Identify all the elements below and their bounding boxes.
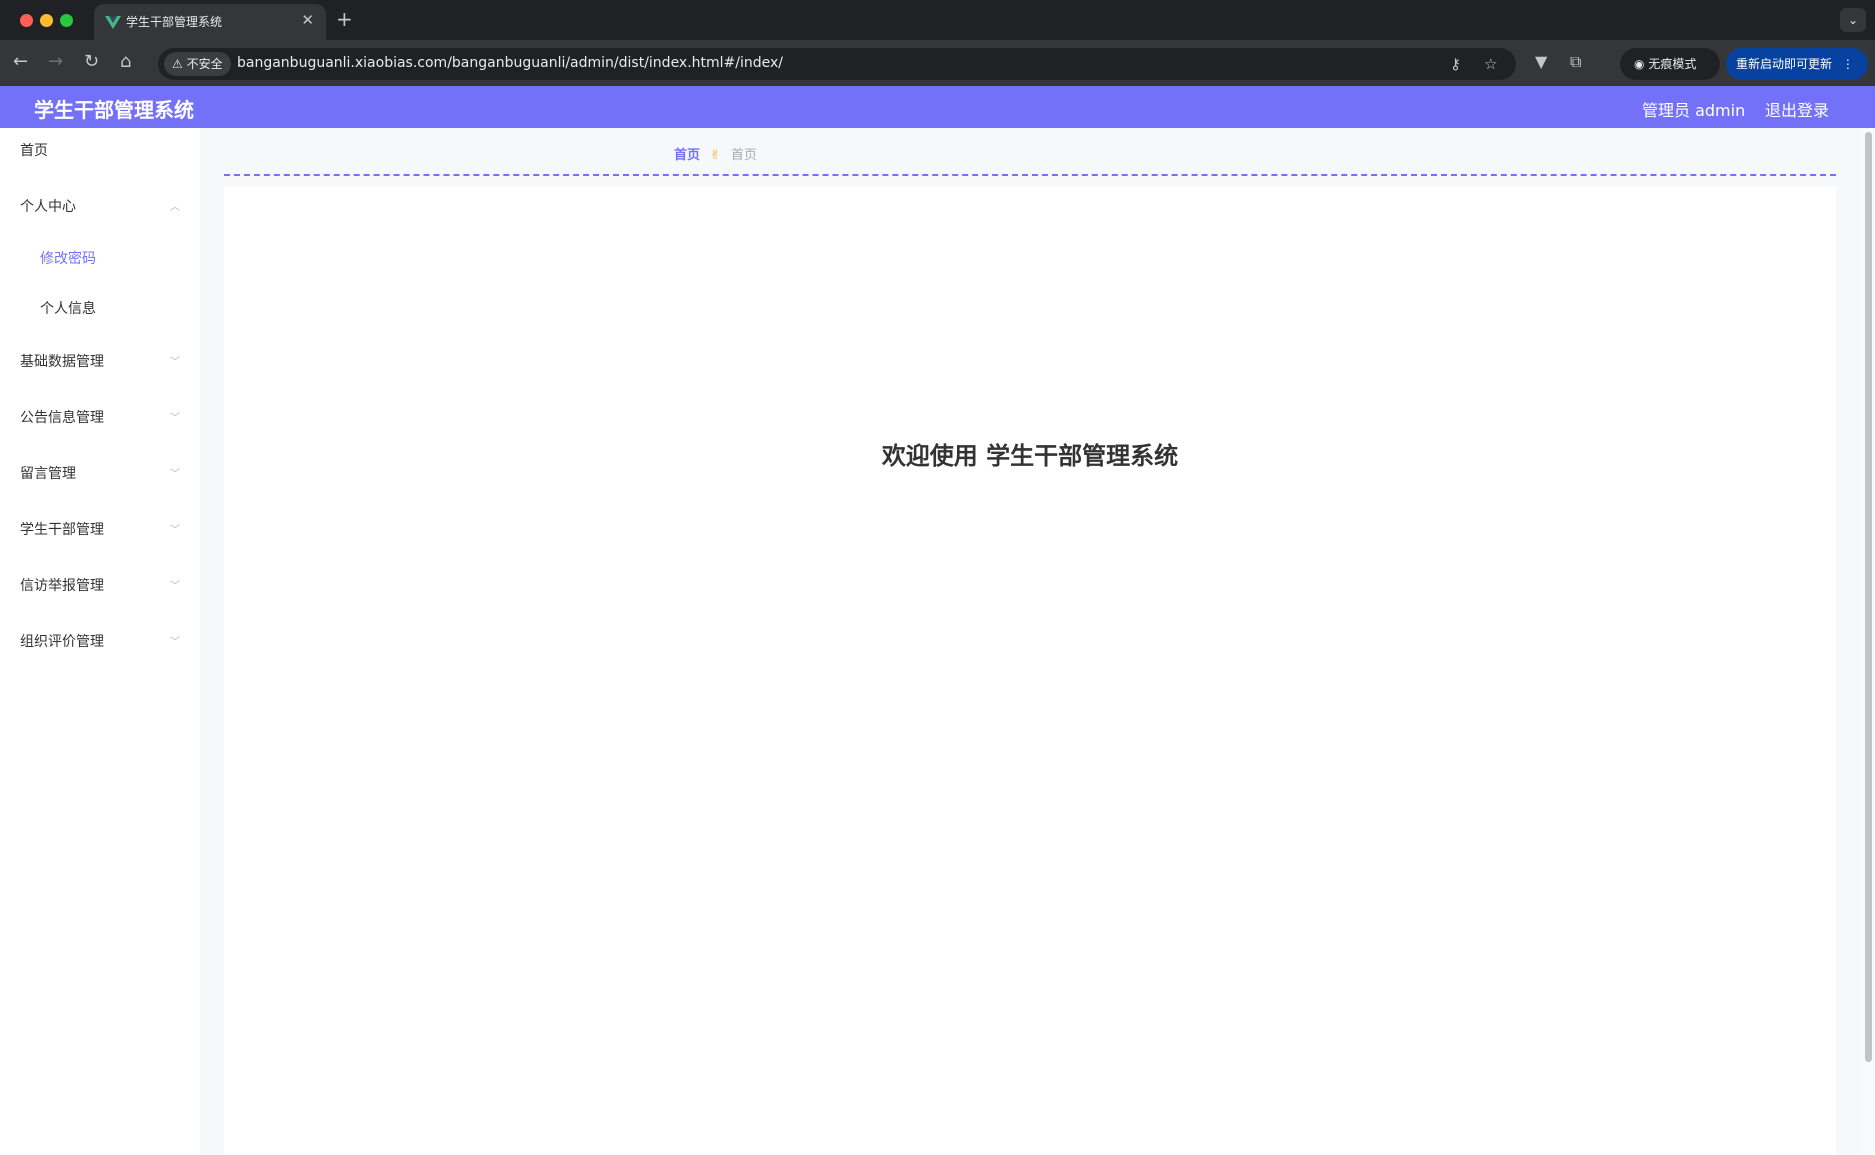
sidebar-item-org-evaluation[interactable]: 组织评价管理 ﹀ [0,619,200,663]
sidebar-item-label: 首页 [20,143,48,159]
security-chip[interactable]: ⚠ 不安全 [164,52,231,76]
sidebar-item-label: 修改密码 [40,251,96,267]
incognito-indicator[interactable]: ◉ 无痕模式 [1620,48,1720,80]
sidebar-item-label: 信访举报管理 [20,578,104,594]
sidebar-menu: 首页 个人中心 ︿ 修改密码 个人信息 基础数据管理 ﹀ 公告信息管理 ﹀ 留言… [0,128,200,1155]
forward-icon[interactable]: → [48,52,63,72]
divider [224,174,1836,176]
update-button[interactable]: 重新启动即可更新 ⋮ [1726,48,1868,80]
update-label: 重新启动即可更新 [1736,57,1833,71]
sidebar-item-change-password[interactable]: 修改密码 [0,236,200,280]
vue-favicon-icon [105,16,121,29]
address-bar[interactable]: ⚠ 不安全 banganbuguanli.xiaobias.com/bangan… [158,48,1516,80]
reload-icon[interactable]: ↻ [84,52,99,72]
breadcrumb: 首页 ✌ 首页 [674,144,757,163]
back-icon[interactable]: ← [13,52,28,72]
home-icon[interactable]: ⌂ [120,52,131,72]
url-text[interactable]: banganbuguanli.xiaobias.com/banganbuguan… [237,55,783,71]
sidebar-item-label: 个人中心 [20,199,76,215]
chevron-down-icon: ﹀ [170,581,180,592]
browser-tab[interactable]: 学生干部管理系统 ✕ [94,4,326,40]
sidebar-item-label: 留言管理 [20,466,76,482]
sidebar-item-messages[interactable]: 留言管理 ﹀ [0,451,200,495]
bookmark-star-icon[interactable]: ☆ [1484,55,1497,73]
page-scrollbar[interactable] [1862,128,1875,1155]
sidebar-item-label: 公告信息管理 [20,410,104,426]
sidebar-item-label: 个人信息 [40,301,96,317]
app-header: 学生干部管理系统 管理员 admin 退出登录 [0,86,1875,128]
incognito-icon: ◉ [1634,57,1645,71]
chevron-up-icon: ︿ [170,202,180,213]
sidebar-item-basic-data[interactable]: 基础数据管理 ﹀ [0,339,200,383]
new-tab-button[interactable]: + [336,7,353,31]
minimize-window-button[interactable] [40,14,53,27]
warning-icon: ⚠ [172,57,183,71]
breadcrumb-home[interactable]: 首页 [674,148,700,163]
sidebar-item-petitions[interactable]: 信访举报管理 ﹀ [0,563,200,607]
victory-hand-icon: ✌ [710,148,721,163]
sidebar-item-label: 学生干部管理 [20,522,104,538]
chevron-down-icon: ﹀ [170,637,180,648]
chevron-down-icon: ﹀ [170,525,180,536]
extensions-icon[interactable]: ⧉ [1570,52,1581,72]
tab-title: 学生干部管理系统 [126,15,223,29]
user-label: 管理员 admin [1642,101,1746,120]
sidebar-item-personal-info[interactable]: 个人信息 [0,286,200,330]
more-menu-icon: ⋮ [1841,57,1854,71]
welcome-heading: 欢迎使用 学生干部管理系统 [881,442,1179,470]
chevron-down-icon: ﹀ [170,413,180,424]
security-label: 不安全 [186,57,223,71]
browser-toolbar: ← → ↻ ⌂ ⚠ 不安全 banganbuguanli.xiaobias.co… [0,40,1875,86]
incognito-label: 无痕模式 [1648,57,1697,71]
breadcrumb-current: 首页 [730,148,757,163]
tab-search-button[interactable]: ⌄ [1840,8,1866,32]
sidebar-item-student-cadres[interactable]: 学生干部管理 ﹀ [0,507,200,551]
logout-button[interactable]: 退出登录 [1765,97,1829,121]
password-key-icon[interactable]: ⚷ [1450,55,1461,73]
browser-tab-bar: 学生干部管理系统 ✕ + ⌄ [0,0,1875,40]
sidebar-item-home[interactable]: 首页 [0,128,200,172]
main-area: 首页 ✌ 首页 欢迎使用 学生干部管理系统 [200,128,1862,1155]
sidebar-item-personal-center[interactable]: 个人中心 ︿ [0,184,200,228]
close-window-button[interactable] [20,14,33,27]
tab-close-icon[interactable]: ✕ [301,11,314,29]
sidebar-item-label: 基础数据管理 [20,354,104,370]
content-panel: 欢迎使用 学生干部管理系统 [224,186,1836,1155]
maximize-window-button[interactable] [60,14,73,27]
chevron-down-icon: ﹀ [170,357,180,368]
sidebar-item-label: 组织评价管理 [20,634,104,650]
vue-devtools-icon[interactable]: ▼ [1535,52,1547,71]
scrollbar-thumb[interactable] [1865,132,1872,1062]
app-title: 学生干部管理系统 [34,98,194,122]
sidebar-item-announcements[interactable]: 公告信息管理 ﹀ [0,395,200,439]
chevron-down-icon: ﹀ [170,469,180,480]
